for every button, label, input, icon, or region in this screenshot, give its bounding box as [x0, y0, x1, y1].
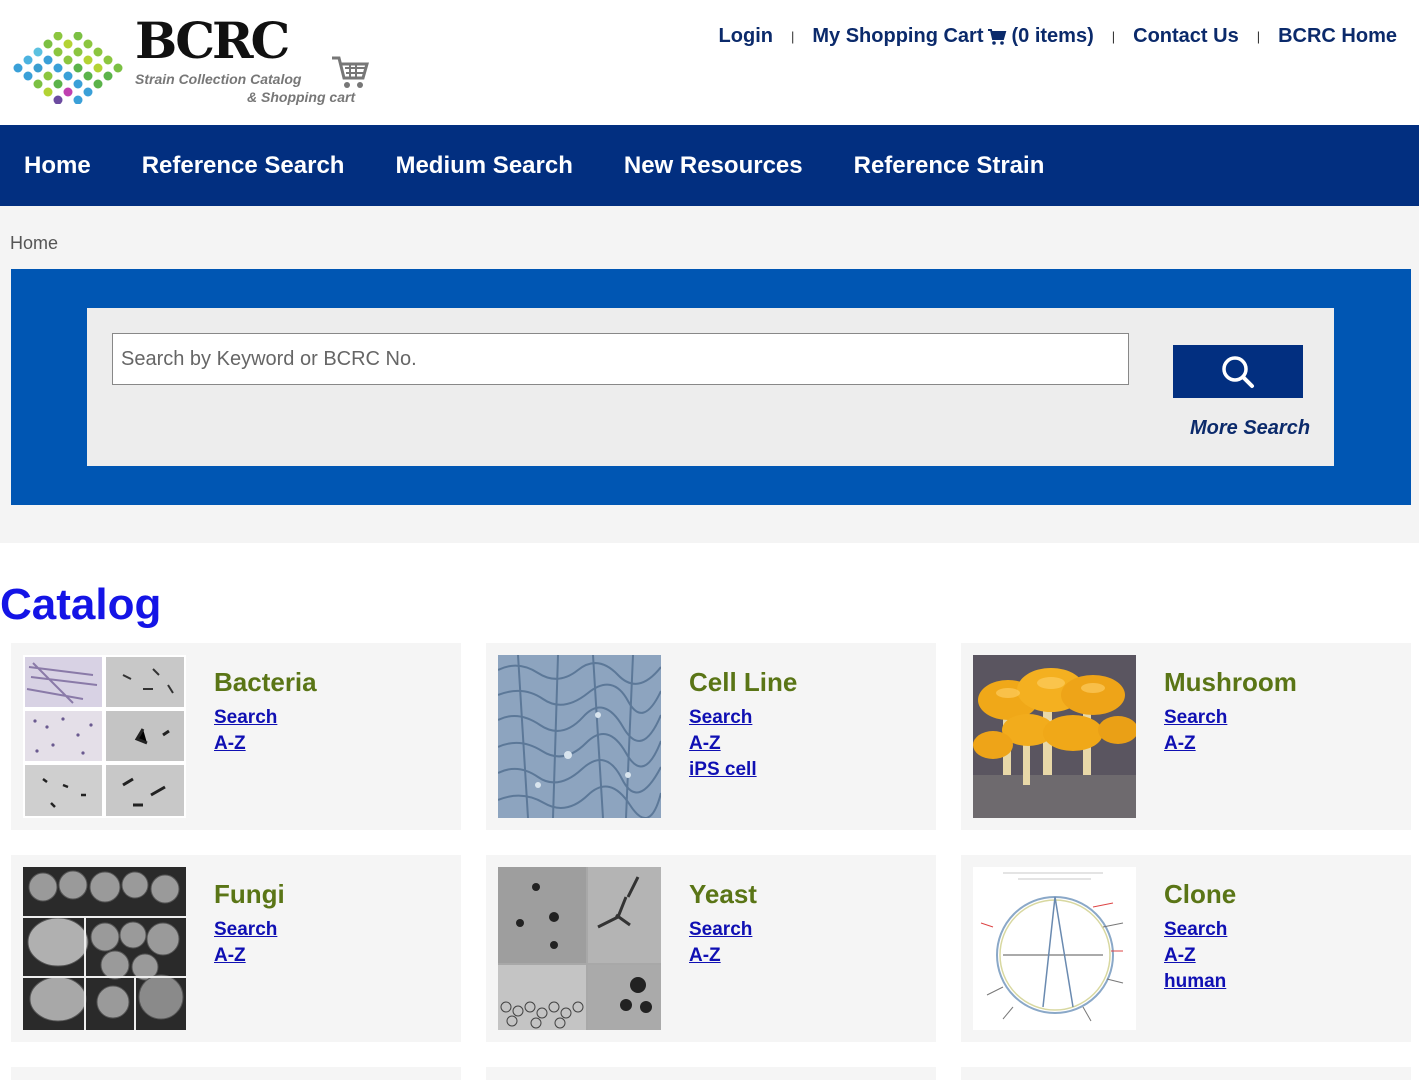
nav-reference-search[interactable]: Reference Search: [142, 152, 345, 180]
fungi-search-link[interactable]: Search: [214, 917, 277, 943]
logo-dots-icon: [13, 32, 123, 104]
main-nav: Home Reference Search Medium Search New …: [0, 125, 1419, 206]
cell-line-image[interactable]: [498, 655, 661, 818]
mushroom-a-z-link[interactable]: A-Z: [1164, 731, 1227, 757]
category-name: Fungi: [214, 879, 285, 909]
search-panel: More Search: [11, 269, 1411, 505]
cart-count: (0 items): [1011, 25, 1094, 47]
breadcrumb[interactable]: Home: [10, 233, 58, 254]
cart-icon: [988, 28, 1007, 45]
search-section: Home More Search: [0, 206, 1419, 543]
bacteria-search-link[interactable]: Search: [214, 705, 277, 731]
category-links: Search A-Z: [214, 917, 277, 969]
clone-plasmid-map-image[interactable]: [973, 867, 1136, 1030]
separator: |: [1256, 29, 1261, 44]
bacteria-a-z-link[interactable]: A-Z: [214, 731, 277, 757]
logo-subtitle: Strain Collection Catalog: [135, 71, 302, 87]
catalog-card-cell-line: Cell Line Search A-Z iPS cell: [486, 643, 936, 830]
search-box: More Search: [87, 308, 1334, 466]
separator: |: [1111, 29, 1116, 44]
contact-us-link[interactable]: Contact Us: [1133, 25, 1239, 48]
cell-line-search-link[interactable]: Search: [689, 705, 757, 731]
category-links: Search A-Z: [1164, 705, 1227, 757]
clone-a-z-link[interactable]: A-Z: [1164, 943, 1227, 969]
logo-wordmark: BCRC: [135, 11, 290, 70]
clone-search-link[interactable]: Search: [1164, 917, 1227, 943]
top-links: Login | My Shopping Cart (0 items) | Con…: [719, 25, 1397, 48]
search-button[interactable]: [1173, 345, 1303, 398]
fungi-image[interactable]: [23, 867, 186, 1030]
category-name: Bacteria: [214, 667, 317, 697]
search-input[interactable]: [112, 333, 1129, 385]
cell-line-a-z-link[interactable]: A-Z: [689, 731, 757, 757]
category-name: Clone: [1164, 879, 1237, 909]
catalog-card-fungi: Fungi Search A-Z: [11, 855, 461, 1042]
catalog-card-bacteria: Bacteria Search A-Z: [11, 643, 461, 830]
fungi-a-z-link[interactable]: A-Z: [214, 943, 277, 969]
more-search-link[interactable]: More Search: [1190, 417, 1310, 440]
catalog-card-clone: Clone Search A-Z human: [961, 855, 1411, 1042]
category-links: Search A-Z human: [1164, 917, 1227, 995]
yeast-a-z-link[interactable]: A-Z: [689, 943, 752, 969]
catalog-card-mushroom: Mushroom Search A-Z: [961, 643, 1411, 830]
search-icon: [1222, 355, 1254, 388]
category-links: Search A-Z iPS cell: [689, 705, 757, 783]
yeast-image[interactable]: [498, 867, 661, 1030]
cell-line-ips-cell-link[interactable]: iPS cell: [689, 757, 757, 783]
shopping-cart-link[interactable]: My Shopping Cart (0 items): [812, 25, 1093, 48]
category-links: Search A-Z: [689, 917, 752, 969]
nav-home[interactable]: Home: [24, 152, 91, 180]
catalog-card-yeast: Yeast Search A-Z: [486, 855, 936, 1042]
catalog-title: Catalog: [0, 580, 162, 629]
bcrc-home-link[interactable]: BCRC Home: [1278, 25, 1397, 48]
login-link[interactable]: Login: [719, 25, 773, 48]
category-links: Search A-Z: [214, 705, 277, 757]
bcrc-logo[interactable]: BCRC Strain Collection Catalog & Shoppin…: [10, 14, 380, 110]
mushroom-image[interactable]: [973, 655, 1136, 818]
site-header: BCRC Strain Collection Catalog & Shoppin…: [0, 0, 1419, 125]
catalog-card-partial: [961, 1067, 1411, 1080]
nav-new-resources[interactable]: New Resources: [624, 152, 803, 180]
nav-medium-search[interactable]: Medium Search: [395, 152, 572, 180]
clone-human-link[interactable]: human: [1164, 969, 1227, 995]
category-name: Yeast: [689, 879, 757, 909]
nav-reference-strain[interactable]: Reference Strain: [854, 152, 1045, 180]
mushroom-search-link[interactable]: Search: [1164, 705, 1227, 731]
logo-subtitle-2: & Shopping cart: [247, 89, 356, 105]
category-name: Mushroom: [1164, 667, 1297, 697]
category-name: Cell Line: [689, 667, 798, 697]
separator: |: [790, 29, 795, 44]
logo-cart-icon: [332, 56, 369, 88]
catalog-card-partial: [486, 1067, 936, 1080]
bacteria-image[interactable]: [23, 655, 186, 818]
yeast-search-link[interactable]: Search: [689, 917, 752, 943]
cart-label: My Shopping Cart: [812, 25, 984, 47]
catalog-card-partial: [11, 1067, 461, 1080]
